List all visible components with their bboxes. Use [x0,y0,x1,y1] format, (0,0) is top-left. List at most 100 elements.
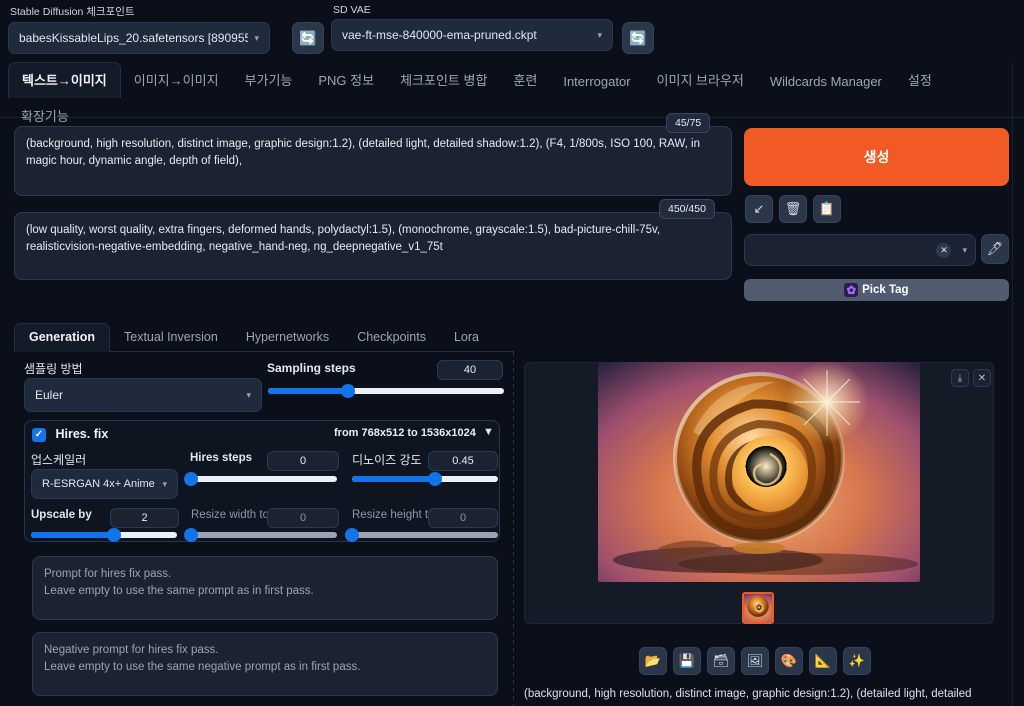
resize-height-label: Resize height to [352,509,435,521]
upscale-by-slider[interactable] [31,528,177,542]
tab-이미지-브라우저[interactable]: 이미지 브라우저 [644,63,757,98]
column-divider [513,352,514,706]
slider-knob[interactable] [428,472,443,486]
open-folder-button[interactable]: 📂 [639,647,667,675]
settings-tab-generation[interactable]: Generation [14,323,110,352]
tab-텍스트→이미지[interactable]: 텍스트→이미지 [8,62,121,98]
slider-knob[interactable] [345,528,359,542]
flower-icon: ✿ [844,283,859,297]
send-to-img2img-button[interactable]: 🖼 [741,647,769,675]
tab-png-정보[interactable]: PNG 정보 [305,63,387,98]
resize-width-label: Resize width to [191,509,269,521]
chevron-down-icon[interactable]: ▼ [483,426,494,438]
upscale-by-value[interactable]: 2 [110,508,179,528]
slider-knob[interactable] [184,528,198,542]
refresh-icon: 🔄 [299,29,317,46]
positive-prompt-wrap [14,126,732,196]
hires-negative-prompt-input[interactable] [32,632,498,696]
hires-prompt-wrap [32,556,498,620]
settings-tab-hypernetworks[interactable]: Hypernetworks [232,324,343,351]
send-to-inpaint-icon: 🎨 [780,653,798,668]
resize-width-value[interactable]: 0 [267,508,339,528]
tab-wildcards-manager[interactable]: Wildcards Manager [757,67,895,98]
settings-tab-checkpoints[interactable]: Checkpoints [343,324,440,351]
hires-resolution-text: from 768x512 to 1536x1024 [334,427,476,439]
tab-이미지→이미지[interactable]: 이미지→이미지 [121,63,232,98]
edit-styles-button[interactable]: 🖊 [981,234,1009,264]
settings-tab-textual-inversion[interactable]: Textual Inversion [110,324,232,351]
generate-button[interactable]: 생성 [744,128,1009,186]
close-icon[interactable]: ✕ [936,242,952,258]
zip-button[interactable]: 🗃 [707,647,735,675]
hires-prompt-input[interactable] [32,556,498,620]
denoising-strength-slider[interactable] [352,472,498,486]
slider-knob[interactable] [107,528,122,542]
tab-체크포인트-병합[interactable]: 체크포인트 병합 [387,63,500,98]
checkpoint-dropdown[interactable]: babesKissableLips_20.safetensors [890955… [8,22,270,54]
trash-icon: 🗑 [784,201,802,216]
zip-icon: 🗃 [712,653,730,668]
send-to-extras-icon: 📐 [814,653,832,668]
main-tab-bar: 텍스트→이미지 이미지→이미지 부가기능 PNG 정보 체크포인트 병합 훈련 Interr… [0,62,1024,124]
denoising-strength-value[interactable]: 0.45 [428,451,498,471]
pick-tag-button[interactable]: ✿ Pick Tag [744,279,1009,301]
chevron-down-icon: ▾ [162,478,167,489]
generated-image[interactable] [598,362,920,582]
tab-interrogator[interactable]: Interrogator [550,67,643,98]
tab-부가기능[interactable]: 부가기능 [232,63,306,98]
arrow-icon: ↙ [753,201,765,216]
send-to-extras-button[interactable]: 📐 [809,647,837,675]
tab-훈련[interactable]: 훈련 [500,63,550,98]
open-folder-icon: 📂 [644,653,662,668]
send-to-img2img-icon: 🖼 [746,653,764,668]
image-action-toolbar: 📂 💾 🗃 🖼 🎨 📐 ✨ [639,647,871,675]
download-image-button[interactable]: ⤓ [951,369,969,387]
upscaler-dropdown[interactable]: R-ESRGAN 4x+ Anime ▾ [31,469,178,499]
slider-knob[interactable] [341,384,356,398]
clear-prompt-button[interactable]: 🗑 [779,195,807,223]
sampler-dropdown[interactable]: Euler ▾ [24,378,262,412]
sampling-steps-value[interactable]: 40 [437,360,503,380]
download-icon: ⤓ [957,372,963,384]
model-bar: Stable Diffusion 체크포인트 babesKissableLips… [0,0,1024,60]
resize-width-slider[interactable] [184,528,337,542]
tab-row-primary: 텍스트→이미지 이미지→이미지 부가기능 PNG 정보 체크포인트 병합 훈련 Interr… [0,62,1024,98]
resize-height-slider[interactable] [345,528,498,542]
vae-dropdown[interactable]: vae-ft-mse-840000-ema-pruned.ckpt ▾ [331,19,613,51]
hires-steps-slider[interactable] [184,472,337,486]
refresh-icon: 🔄 [629,29,647,46]
positive-token-counter: 45/75 [666,113,711,133]
upscale-icon: ✨ [848,653,866,668]
positive-prompt-input[interactable] [14,126,732,196]
settings-tab-lora[interactable]: Lora [440,324,493,351]
read-generation-params-button[interactable]: ↙ [745,195,773,223]
hires-fix-checkbox[interactable]: ✓ [32,427,46,442]
checkpoint-refresh-button[interactable]: 🔄 [292,22,324,54]
denoising-strength-label: 디노이즈 강도 [352,453,422,467]
sampling-steps-slider[interactable] [268,384,504,398]
gallery-thumbnail[interactable] [742,592,774,624]
resize-height-value[interactable]: 0 [428,508,498,528]
checkpoint-value: babesKissableLips_20.safetensors [890955… [19,31,249,45]
chevron-down-icon: ▾ [597,29,602,40]
sampler-value: Euler [35,388,64,402]
styles-dropdown[interactable]: ✕ ▾ [744,234,976,266]
pick-tag-label: Pick Tag [862,284,909,296]
sampling-steps-label: Sampling steps [267,361,356,375]
slider-knob[interactable] [184,472,198,486]
right-edge-divider [1012,62,1013,706]
paste-styles-button[interactable]: 📋 [813,195,841,223]
upscaler-label: 업스케일러 [31,453,87,467]
chevron-down-icon: ▾ [246,389,251,400]
tab-설정[interactable]: 설정 [895,63,945,98]
close-image-button[interactable]: ✕ [973,369,991,387]
upscale-button[interactable]: ✨ [843,647,871,675]
hires-steps-value[interactable]: 0 [267,451,339,471]
vae-refresh-button[interactable]: 🔄 [622,22,654,54]
pencil-icon: 🖊 [986,241,1004,256]
negative-prompt-input[interactable] [14,212,732,280]
upscaler-value: R-ESRGAN 4x+ Anime [42,478,155,490]
hires-fix-header: ✓ Hires. fix [32,427,108,442]
send-to-inpaint-button[interactable]: 🎨 [775,647,803,675]
save-button[interactable]: 💾 [673,647,701,675]
